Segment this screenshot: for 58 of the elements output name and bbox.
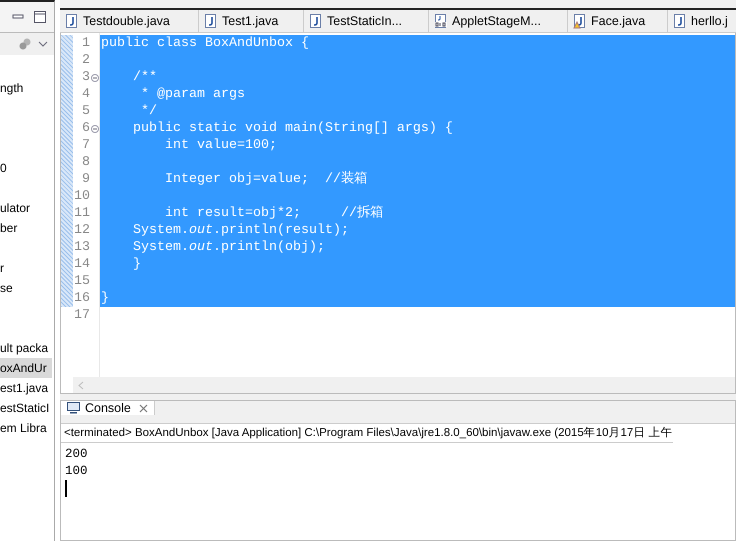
tree-item[interactable]: est1.java (0, 378, 48, 398)
line-number: 3 (81, 69, 90, 86)
tree-item[interactable]: r (0, 258, 4, 278)
console-header: <terminated> BoxAndUnbox [Java Application] C:\Program Files\Java\jre1.8.0_60\bin\javaw.exe (2015年10月17日 上午 (61, 424, 672, 443)
line-number: 2 (81, 52, 90, 69)
collapse-icon[interactable] (91, 74, 99, 82)
tree-item[interactable]: ulator (0, 198, 30, 218)
editor-tab[interactable]: TestStaticIn... (304, 10, 429, 32)
maximize-icon[interactable] (34, 11, 46, 23)
console-output: 200 (65, 446, 88, 463)
collapse-icon[interactable] (91, 124, 99, 132)
code-line: int result=obj*2; //拆箱 (164, 206, 383, 221)
dropdown-icon[interactable] (38, 40, 48, 48)
tree-item[interactable]: em Libra (0, 418, 47, 438)
editor-tab[interactable]: Face.java (568, 10, 668, 32)
code-line: * @param args (140, 87, 245, 102)
line-number: 15 (73, 273, 90, 290)
code-line: System.out.println(obj); (132, 240, 325, 255)
close-icon[interactable] (138, 404, 148, 412)
line-number: 8 (81, 154, 90, 171)
line-number: 9 (81, 171, 90, 188)
tree-item[interactable]: ngth (0, 78, 24, 98)
tree-item[interactable]: oxAndUr (0, 358, 52, 378)
line-number: 16 (73, 290, 90, 307)
code-line: int value=100; (164, 138, 277, 153)
text-cursor (65, 480, 67, 497)
console-tab[interactable]: Console (61, 401, 155, 415)
code-line: } (132, 257, 141, 272)
horizontal-scrollbar[interactable] (73, 377, 735, 393)
code-line: Integer obj=value; //装箱 (164, 172, 367, 187)
tree-item[interactable]: estStaticI (0, 398, 50, 418)
console-output: 100 (65, 463, 88, 480)
editor-tab[interactable]: Testdouble.java (60, 10, 199, 32)
tree-item[interactable]: ber (0, 218, 18, 238)
line-number: 13 (73, 239, 90, 256)
line-number: 17 (73, 307, 90, 324)
code-line: /** (132, 70, 157, 85)
code-line: public static void main(String[] args) { (132, 121, 453, 136)
line-number: 12 (73, 222, 90, 239)
code-line: */ (140, 104, 157, 119)
line-number: 4 (81, 86, 90, 103)
tree-item[interactable]: ult packa (0, 338, 48, 358)
line-number: 14 (73, 256, 90, 273)
monitor-icon (67, 402, 80, 414)
tree-item[interactable]: 0 (0, 158, 7, 178)
code-line: public class BoxAndUnbox { (101, 36, 309, 51)
line-number: 10 (73, 188, 90, 205)
editor-tab[interactable]: Test1.java (199, 10, 304, 32)
code-line: System.out.println(result); (132, 223, 349, 238)
code-line: } (101, 291, 109, 306)
line-number: 6 (81, 120, 90, 137)
editor-tab[interactable]: AppletStageM... (429, 10, 568, 32)
tree-item[interactable]: se (0, 278, 13, 298)
line-number: 5 (81, 103, 90, 120)
line-number: 7 (81, 137, 90, 154)
editor-tab[interactable]: herllo.j (668, 10, 728, 32)
line-number: 11 (73, 205, 90, 222)
line-number: 1 (81, 35, 90, 52)
